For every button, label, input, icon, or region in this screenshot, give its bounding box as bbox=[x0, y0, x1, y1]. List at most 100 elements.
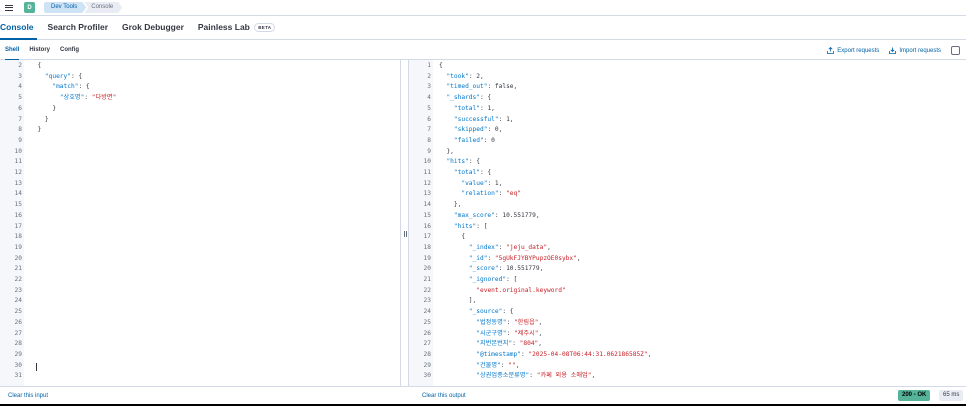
line-number: 8 bbox=[18, 126, 22, 134]
export-requests-label: Export requests bbox=[837, 47, 880, 54]
code-text: { bbox=[439, 62, 443, 69]
code-text: "max_score": 10.551779, bbox=[453, 211, 540, 219]
menu-icon[interactable] bbox=[5, 4, 13, 11]
line-number: 6 bbox=[18, 104, 22, 112]
line-number: 3 bbox=[18, 72, 22, 80]
code-text: "법정동명": "한림읍", bbox=[476, 318, 543, 326]
drag-handle-icon[interactable] bbox=[404, 231, 405, 237]
code-text: "took": 2, bbox=[446, 72, 484, 80]
code-text: "지번본번지": "804", bbox=[476, 340, 543, 348]
code-text: "_score": 10.551779, bbox=[468, 265, 544, 273]
line-number: 27 bbox=[423, 340, 431, 348]
tab-console-label: Console bbox=[0, 22, 34, 32]
line-number: 24 bbox=[423, 308, 431, 316]
line-number: 12 bbox=[14, 169, 22, 176]
help-icon[interactable] bbox=[951, 46, 960, 55]
tab-grok-debugger[interactable]: Grok Debugger bbox=[115, 15, 191, 39]
code-text: "successful": 1, bbox=[453, 115, 514, 123]
code-text: ], bbox=[439, 297, 477, 305]
code-text: }, bbox=[439, 201, 462, 209]
code-text: "_source": { bbox=[468, 308, 514, 316]
code-text: "event.original.keyword" bbox=[476, 286, 566, 294]
code-text: "hits": [ bbox=[453, 222, 488, 230]
code-text: "query": { bbox=[44, 72, 83, 80]
code-text: { bbox=[439, 233, 466, 241]
code-text: "skipped": 0, bbox=[453, 126, 503, 134]
line-number: 28 bbox=[423, 350, 431, 358]
pane-resizer[interactable] bbox=[400, 60, 409, 386]
line-number: 6 bbox=[427, 115, 431, 123]
line-number: 22 bbox=[14, 276, 22, 283]
tab-config[interactable]: Config bbox=[55, 41, 84, 60]
line-number: 19 bbox=[14, 243, 22, 251]
line-number: 29 bbox=[14, 350, 22, 358]
import-requests-label: Import requests bbox=[899, 47, 941, 54]
space-avatar[interactable]: D bbox=[24, 2, 35, 13]
line-number: 20 bbox=[14, 254, 22, 262]
line-number: 1 bbox=[427, 62, 431, 69]
export-requests-link[interactable]: Export requests bbox=[827, 47, 879, 54]
line-number: 31 bbox=[14, 372, 22, 380]
line-number: 11 bbox=[423, 169, 431, 176]
line-number: 15 bbox=[423, 211, 431, 219]
code-text: "건물명": "", bbox=[476, 361, 520, 369]
tab-painless-lab[interactable]: Painless Lab BETA bbox=[191, 15, 282, 39]
breadcrumb: Dev Tools Console bbox=[44, 2, 122, 13]
code-text: "failed": 0 bbox=[453, 136, 495, 144]
tab-history[interactable]: History bbox=[24, 41, 55, 60]
line-number: 5 bbox=[18, 94, 22, 102]
line-number: 21 bbox=[423, 276, 431, 283]
line-number: 4 bbox=[18, 83, 22, 91]
line-number: 5 bbox=[427, 104, 431, 112]
request-editor[interactable]: 2 {3 "query": {4 "match": {5 "상호명": "다방면… bbox=[0, 60, 400, 386]
line-number: 10 bbox=[423, 158, 431, 166]
line-number: 9 bbox=[427, 147, 431, 155]
code-text: } bbox=[30, 104, 57, 112]
line-number: 27 bbox=[14, 329, 22, 337]
code-text: "relation": "eq" bbox=[461, 190, 521, 198]
status-badge: 200 - OK bbox=[898, 390, 931, 401]
line-number: 22 bbox=[423, 286, 431, 294]
line-number: 9 bbox=[18, 136, 22, 144]
breadcrumb-dev-tools[interactable]: Dev Tools bbox=[44, 2, 86, 13]
line-number: 8 bbox=[427, 136, 431, 144]
console-subnav: Shell History Config Export requests Imp… bbox=[0, 41, 966, 60]
code-text: "value": 1, bbox=[461, 179, 503, 187]
response-output[interactable]: 1 {2 "took": 2, 3 "timed_out": false, 4 "_s… bbox=[409, 60, 966, 386]
code-text: "hits": { bbox=[446, 158, 480, 166]
line-number: 7 bbox=[18, 115, 22, 123]
console-footer: Clear this input Clear this output 200 -… bbox=[0, 386, 966, 406]
line-number: 11 bbox=[14, 158, 22, 166]
clear-input-button[interactable]: Clear this input bbox=[8, 387, 48, 405]
code-text: } bbox=[30, 126, 42, 134]
tab-search-profiler[interactable]: Search Profiler bbox=[41, 15, 115, 39]
line-number: 23 bbox=[423, 297, 431, 305]
line-number: 21 bbox=[14, 265, 22, 273]
code-text: "상호명": "다방면" bbox=[59, 94, 117, 102]
tab-painless-lab-label: Painless Lab bbox=[197, 22, 250, 32]
line-number: 2 bbox=[18, 62, 22, 69]
top-header: D Dev Tools Console bbox=[0, 0, 966, 16]
line-number: 25 bbox=[14, 308, 22, 316]
clear-output-button[interactable]: Clear this output bbox=[422, 387, 466, 405]
line-number: 20 bbox=[423, 265, 431, 273]
line-number: 7 bbox=[427, 126, 431, 134]
line-number: 16 bbox=[423, 222, 431, 230]
tab-shell[interactable]: Shell bbox=[0, 41, 24, 60]
line-number: 12 bbox=[423, 179, 431, 187]
code-text: "시군구명": "제주시", bbox=[476, 329, 543, 337]
tab-console[interactable]: Console bbox=[0, 15, 41, 40]
line-number: 28 bbox=[14, 340, 22, 348]
line-number: 13 bbox=[423, 190, 431, 198]
tab-search-profiler-label: Search Profiler bbox=[47, 22, 109, 32]
line-number: 14 bbox=[14, 190, 22, 198]
line-number: 16 bbox=[14, 211, 22, 219]
line-number: 30 bbox=[14, 361, 22, 369]
import-requests-link[interactable]: Import requests bbox=[889, 47, 941, 54]
line-number: 4 bbox=[427, 94, 431, 102]
code-text: "@timestamp": "2025-04-08T06:44:31.06218… bbox=[476, 350, 652, 358]
code-text: "_index": "jeju_data", bbox=[468, 243, 551, 251]
code-text: { bbox=[30, 62, 42, 69]
line-number: 17 bbox=[423, 233, 431, 241]
line-number: 30 bbox=[423, 372, 431, 380]
